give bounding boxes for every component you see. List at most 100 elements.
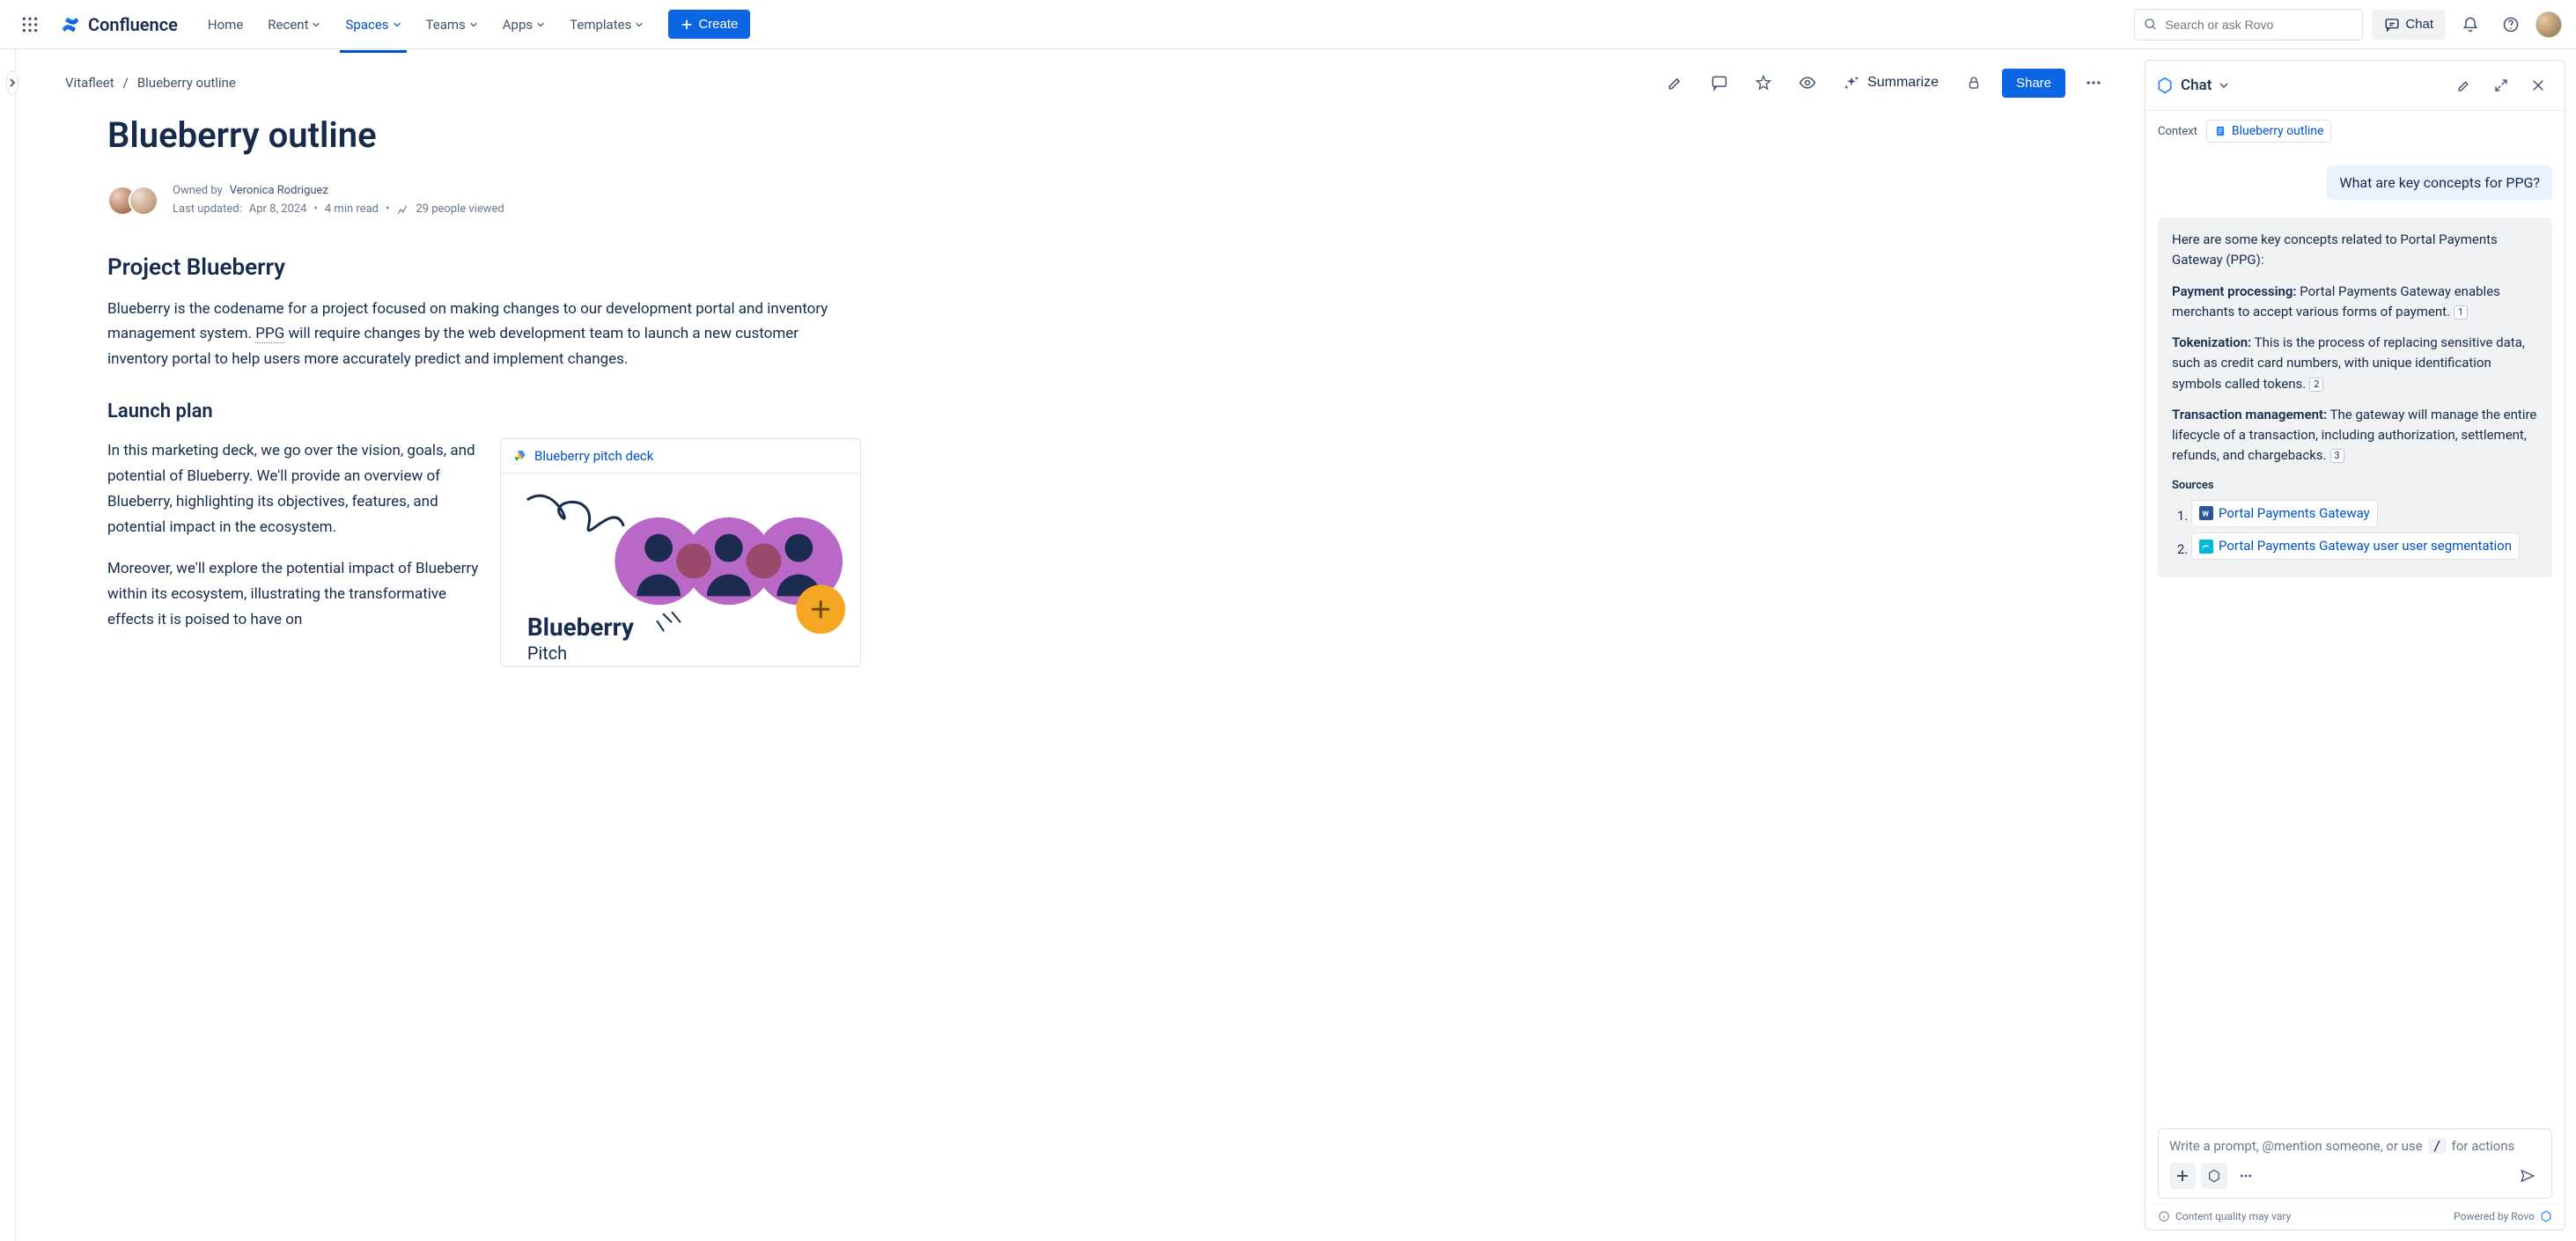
more-tools-button[interactable] xyxy=(2233,1163,2259,1189)
search-field[interactable] xyxy=(2165,18,2353,32)
citation[interactable]: 3 xyxy=(2330,449,2344,463)
chevron-down-icon xyxy=(536,20,545,29)
sidebar-collapsed xyxy=(0,49,16,1241)
avatar xyxy=(129,186,158,216)
paragraph: Blueberry is the codename for a project … xyxy=(107,297,861,373)
card-title-link[interactable]: Blueberry pitch deck xyxy=(534,448,653,464)
nav-teams[interactable]: Teams xyxy=(417,11,487,38)
author-avatars[interactable] xyxy=(107,186,158,216)
send-button[interactable] xyxy=(2514,1163,2541,1189)
heading-project: Project Blueberry xyxy=(107,254,861,281)
paragraph: In this marketing deck, we go over the v… xyxy=(107,438,479,540)
breadcrumb: Vitafleet / Blueberry outline xyxy=(65,75,236,91)
source-item: Portal Payments Gateway user user segmen… xyxy=(2191,532,2538,560)
chat-context-row: Context Blueberry outline xyxy=(2145,111,2565,151)
add-context-button[interactable] xyxy=(2169,1163,2196,1189)
card-preview: Blueberry Pitch xyxy=(501,473,860,666)
nav-spaces[interactable]: Spaces xyxy=(336,11,409,38)
rovo-chat-button[interactable]: Chat xyxy=(2372,10,2446,40)
user-message: What are key concepts for PPG? xyxy=(2327,165,2552,200)
search-input[interactable] xyxy=(2134,9,2363,40)
chevron-down-icon xyxy=(469,20,478,29)
context-label: Context xyxy=(2158,125,2197,138)
citation[interactable]: 1 xyxy=(2454,305,2468,319)
page-main: Vitafleet / Blueberry outline Summarize … xyxy=(16,49,2145,1241)
chevron-down-icon[interactable] xyxy=(2219,80,2229,91)
page-toolbar: Vitafleet / Blueberry outline Summarize … xyxy=(16,49,2145,106)
summarize-button[interactable]: Summarize xyxy=(1836,69,1946,97)
page-title: Blueberry outline xyxy=(107,114,861,156)
context-pill[interactable]: Blueberry outline xyxy=(2206,120,2332,143)
view-count[interactable]: 29 people viewed xyxy=(416,201,504,219)
search-icon xyxy=(2144,18,2158,32)
breadcrumb-space[interactable]: Vitafleet xyxy=(65,75,114,91)
chat-title: Chat xyxy=(2181,77,2212,94)
edit-chat-icon[interactable] xyxy=(2448,70,2480,101)
chevron-right-icon xyxy=(7,77,18,88)
agent-button[interactable] xyxy=(2201,1163,2227,1189)
page-meta: Owned by Veronica Rodriguez Last updated… xyxy=(107,182,861,219)
page-icon xyxy=(2214,125,2226,137)
embedded-card[interactable]: Blueberry pitch deck xyxy=(500,438,861,667)
notifications-icon[interactable] xyxy=(2455,9,2486,40)
sparkle-icon xyxy=(1843,74,1860,92)
chat-icon xyxy=(2384,17,2400,33)
source-link[interactable]: Portal Payments Gateway xyxy=(2219,503,2370,524)
google-drive-icon xyxy=(513,449,527,463)
expand-sidebar-button[interactable] xyxy=(6,70,18,95)
quality-note: Content quality may vary xyxy=(2175,1210,2291,1223)
source-link[interactable]: Portal Payments Gateway user user segmen… xyxy=(2219,536,2512,556)
card-sub-text: Pitch xyxy=(527,643,567,664)
restrictions-icon[interactable] xyxy=(1958,67,1990,99)
svg-text:W: W xyxy=(2202,510,2209,519)
powered-by: Powered by Rovo xyxy=(2454,1210,2535,1223)
comment-icon[interactable] xyxy=(1704,67,1735,99)
help-icon[interactable] xyxy=(2495,9,2527,40)
owner-name[interactable]: Veronica Rodriguez xyxy=(230,182,328,201)
star-icon[interactable] xyxy=(1748,67,1779,99)
watch-icon[interactable] xyxy=(1792,67,1823,99)
chat-footer: Content quality may vary Powered by Rovo xyxy=(2145,1204,2565,1230)
create-button[interactable]: Create xyxy=(668,10,750,39)
edit-icon[interactable] xyxy=(1660,67,1691,99)
share-button[interactable]: Share xyxy=(2002,69,2065,98)
app-switcher-icon[interactable] xyxy=(14,9,46,40)
bot-message: Here are some key concepts related to Po… xyxy=(2158,217,2552,577)
expand-chat-icon[interactable] xyxy=(2485,70,2517,101)
updated-date[interactable]: Apr 8, 2024 xyxy=(249,201,307,219)
read-time: 4 min read xyxy=(325,201,379,219)
chevron-down-icon xyxy=(635,20,644,29)
paragraph: Moreover, we'll explore the potential im… xyxy=(107,556,479,633)
rovo-icon xyxy=(2540,1210,2552,1223)
chevron-down-icon xyxy=(393,20,401,29)
word-doc-icon: W xyxy=(2199,506,2213,520)
updated-label: Last updated: xyxy=(173,201,242,219)
chat-messages: What are key concepts for PPG? Here are … xyxy=(2145,151,2565,1125)
chat-header: Chat xyxy=(2145,61,2565,111)
nav-templates[interactable]: Templates xyxy=(561,11,652,38)
nav-home[interactable]: Home xyxy=(199,11,252,38)
nav-apps[interactable]: Apps xyxy=(494,11,554,38)
breadcrumb-page[interactable]: Blueberry outline xyxy=(137,75,236,91)
confluence-page-icon xyxy=(2199,540,2213,554)
sources-heading: Sources xyxy=(2172,477,2538,495)
heading-launch: Launch plan xyxy=(107,400,861,422)
nav-recent[interactable]: Recent xyxy=(259,11,329,38)
owned-by-label: Owned by xyxy=(173,182,223,201)
confluence-logo[interactable]: Confluence xyxy=(60,14,178,35)
card-big-text: Blueberry xyxy=(527,613,634,642)
plus-icon xyxy=(681,18,693,31)
analytics-icon xyxy=(396,203,408,216)
more-actions-icon[interactable] xyxy=(2078,67,2109,99)
rovo-chat-panel: Chat Context Blueberry outline What are … xyxy=(2145,60,2565,1230)
source-item: W Portal Payments Gateway xyxy=(2191,500,2538,527)
brand-name: Confluence xyxy=(88,14,178,35)
user-avatar[interactable] xyxy=(2536,11,2562,38)
input-placeholder-b: for actions xyxy=(2452,1138,2515,1154)
chat-input[interactable]: Write a prompt, @mention someone, or use… xyxy=(2158,1128,2552,1199)
ppg-link[interactable]: PPG xyxy=(255,325,284,343)
slash-key: / xyxy=(2428,1138,2447,1154)
citation[interactable]: 2 xyxy=(2309,378,2323,392)
close-chat-icon[interactable] xyxy=(2522,70,2554,101)
input-placeholder-a: Write a prompt, @mention someone, or use xyxy=(2169,1138,2423,1154)
